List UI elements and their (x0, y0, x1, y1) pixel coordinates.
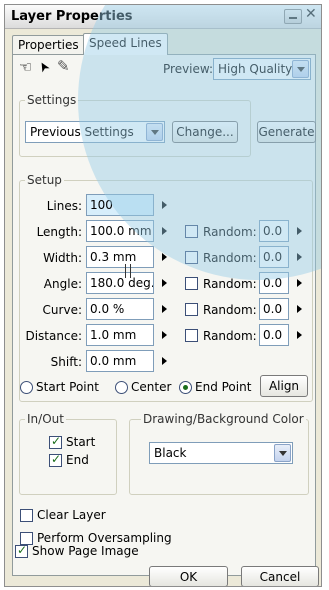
title-bar[interactable]: Layer Properties ✕ (5, 5, 321, 29)
settings-preset-value: Previous Settings (30, 125, 134, 139)
oversampling-label: Perform Oversampling (37, 531, 172, 545)
shift-label: Shift: (50, 355, 82, 369)
layer-properties-panel: Layer Properties ✕ Properties Speed Line… (4, 4, 322, 587)
inout-start-label: Start (66, 435, 96, 449)
align-button[interactable]: Align (260, 375, 308, 397)
angle-arrow-icon[interactable] (162, 279, 167, 287)
width-random-label: Random: (203, 251, 257, 265)
color-select-value: Black (154, 446, 187, 460)
width-random-field[interactable]: 0.0 (259, 246, 289, 268)
curve-random-label: Random: (203, 303, 257, 317)
color-select[interactable]: Black (149, 442, 293, 464)
cancel-button[interactable]: Cancel (241, 566, 319, 586)
distance-field[interactable]: 1.0 mm (86, 324, 154, 346)
angle-field[interactable]: 180.0 deg. (86, 272, 154, 294)
settings-preset-select[interactable]: Previous Settings (25, 121, 165, 143)
lines-field[interactable]: 100 (86, 194, 154, 216)
inout-start-checkbox[interactable] (49, 434, 62, 449)
angle-random-arrow-icon[interactable] (297, 279, 302, 287)
chevron-down-icon[interactable] (292, 60, 309, 78)
panel-title: Layer Properties (11, 9, 133, 24)
end-point-radio[interactable] (179, 381, 192, 394)
tab-properties[interactable]: Properties (12, 35, 85, 55)
clear-layer-label: Clear Layer (37, 508, 106, 522)
width-random-checkbox[interactable] (185, 251, 198, 264)
show-page-image-label: Show Page Image (32, 544, 139, 558)
inout-legend: In/Out (25, 412, 66, 426)
preview-select-value: High Quality (218, 62, 293, 76)
angle-random-checkbox[interactable] (185, 277, 198, 290)
distance-random-arrow-icon[interactable] (297, 331, 302, 339)
distance-random-label: Random: (203, 329, 257, 343)
width-field[interactable]: 0.3 mm (86, 246, 154, 268)
curve-random-arrow-icon[interactable] (297, 305, 302, 313)
curve-label: Curve: (42, 303, 82, 317)
preview-label: Preview: (163, 62, 214, 76)
width-random-arrow-icon[interactable] (297, 253, 302, 261)
ok-button[interactable]: OK (149, 566, 228, 586)
minimize-icon[interactable] (284, 9, 302, 24)
shift-field[interactable]: 0.0 mm (86, 350, 154, 372)
pen-tool-icon[interactable]: ✎ (57, 57, 70, 75)
curve-arrow-icon[interactable] (162, 305, 167, 313)
start-point-label: Start Point (36, 380, 99, 394)
length-random-field[interactable]: 0.0 (259, 220, 289, 242)
chevron-down-icon[interactable] (146, 123, 163, 141)
show-page-image-checkbox[interactable] (15, 543, 28, 558)
length-random-checkbox[interactable] (185, 225, 198, 238)
color-legend: Drawing/Background Color (141, 412, 306, 426)
distance-label: Distance: (25, 329, 82, 343)
setup-legend: Setup (25, 173, 64, 187)
length-arrow-icon[interactable] (162, 227, 167, 235)
preview-select[interactable]: High Quality (213, 58, 311, 80)
length-field[interactable]: 100.0 mm (86, 220, 154, 242)
inout-end-checkbox[interactable] (49, 452, 62, 467)
angle-label: Angle: (43, 277, 82, 291)
speed-lines-tab-panel: ☜ ➤ ✎ Preview: High Quality Settings Pre… (12, 5, 321, 576)
curve-random-checkbox[interactable] (185, 303, 198, 316)
curve-field[interactable]: 0.0 % (86, 298, 154, 320)
width-label: Width: (43, 251, 82, 265)
text-cursor-icon (125, 264, 131, 278)
curve-random-field[interactable]: 0.0 (259, 298, 289, 320)
length-label: Length: (36, 225, 82, 239)
change-button[interactable]: Change... (172, 121, 238, 143)
tab-speed-lines[interactable]: Speed Lines (83, 33, 168, 55)
hand-tool-icon[interactable]: ☜ (19, 58, 32, 76)
shift-arrow-icon[interactable] (162, 357, 167, 365)
start-point-radio[interactable] (20, 381, 33, 394)
length-random-label: Random: (203, 225, 257, 239)
end-point-label: End Point (195, 380, 252, 394)
close-icon[interactable]: ✕ (305, 6, 317, 22)
angle-random-label: Random: (203, 277, 257, 291)
width-arrow-icon[interactable] (162, 253, 167, 261)
arrow-tool-icon[interactable]: ➤ (35, 58, 53, 75)
chevron-down-icon[interactable] (274, 444, 291, 462)
center-radio[interactable] (115, 381, 128, 394)
inout-end-label: End (66, 453, 89, 467)
angle-random-field[interactable]: 0.0 (259, 272, 289, 294)
lines-arrow-icon[interactable] (162, 201, 167, 209)
length-random-arrow-icon[interactable] (297, 227, 302, 235)
generate-button[interactable]: Generate (257, 121, 316, 143)
distance-random-field[interactable]: 0.0 (259, 324, 289, 346)
distance-random-checkbox[interactable] (185, 329, 198, 342)
clear-layer-checkbox[interactable] (20, 509, 33, 522)
distance-arrow-icon[interactable] (162, 331, 167, 339)
center-label: Center (131, 380, 172, 394)
settings-legend: Settings (25, 93, 79, 107)
lines-label: Lines: (46, 199, 82, 213)
